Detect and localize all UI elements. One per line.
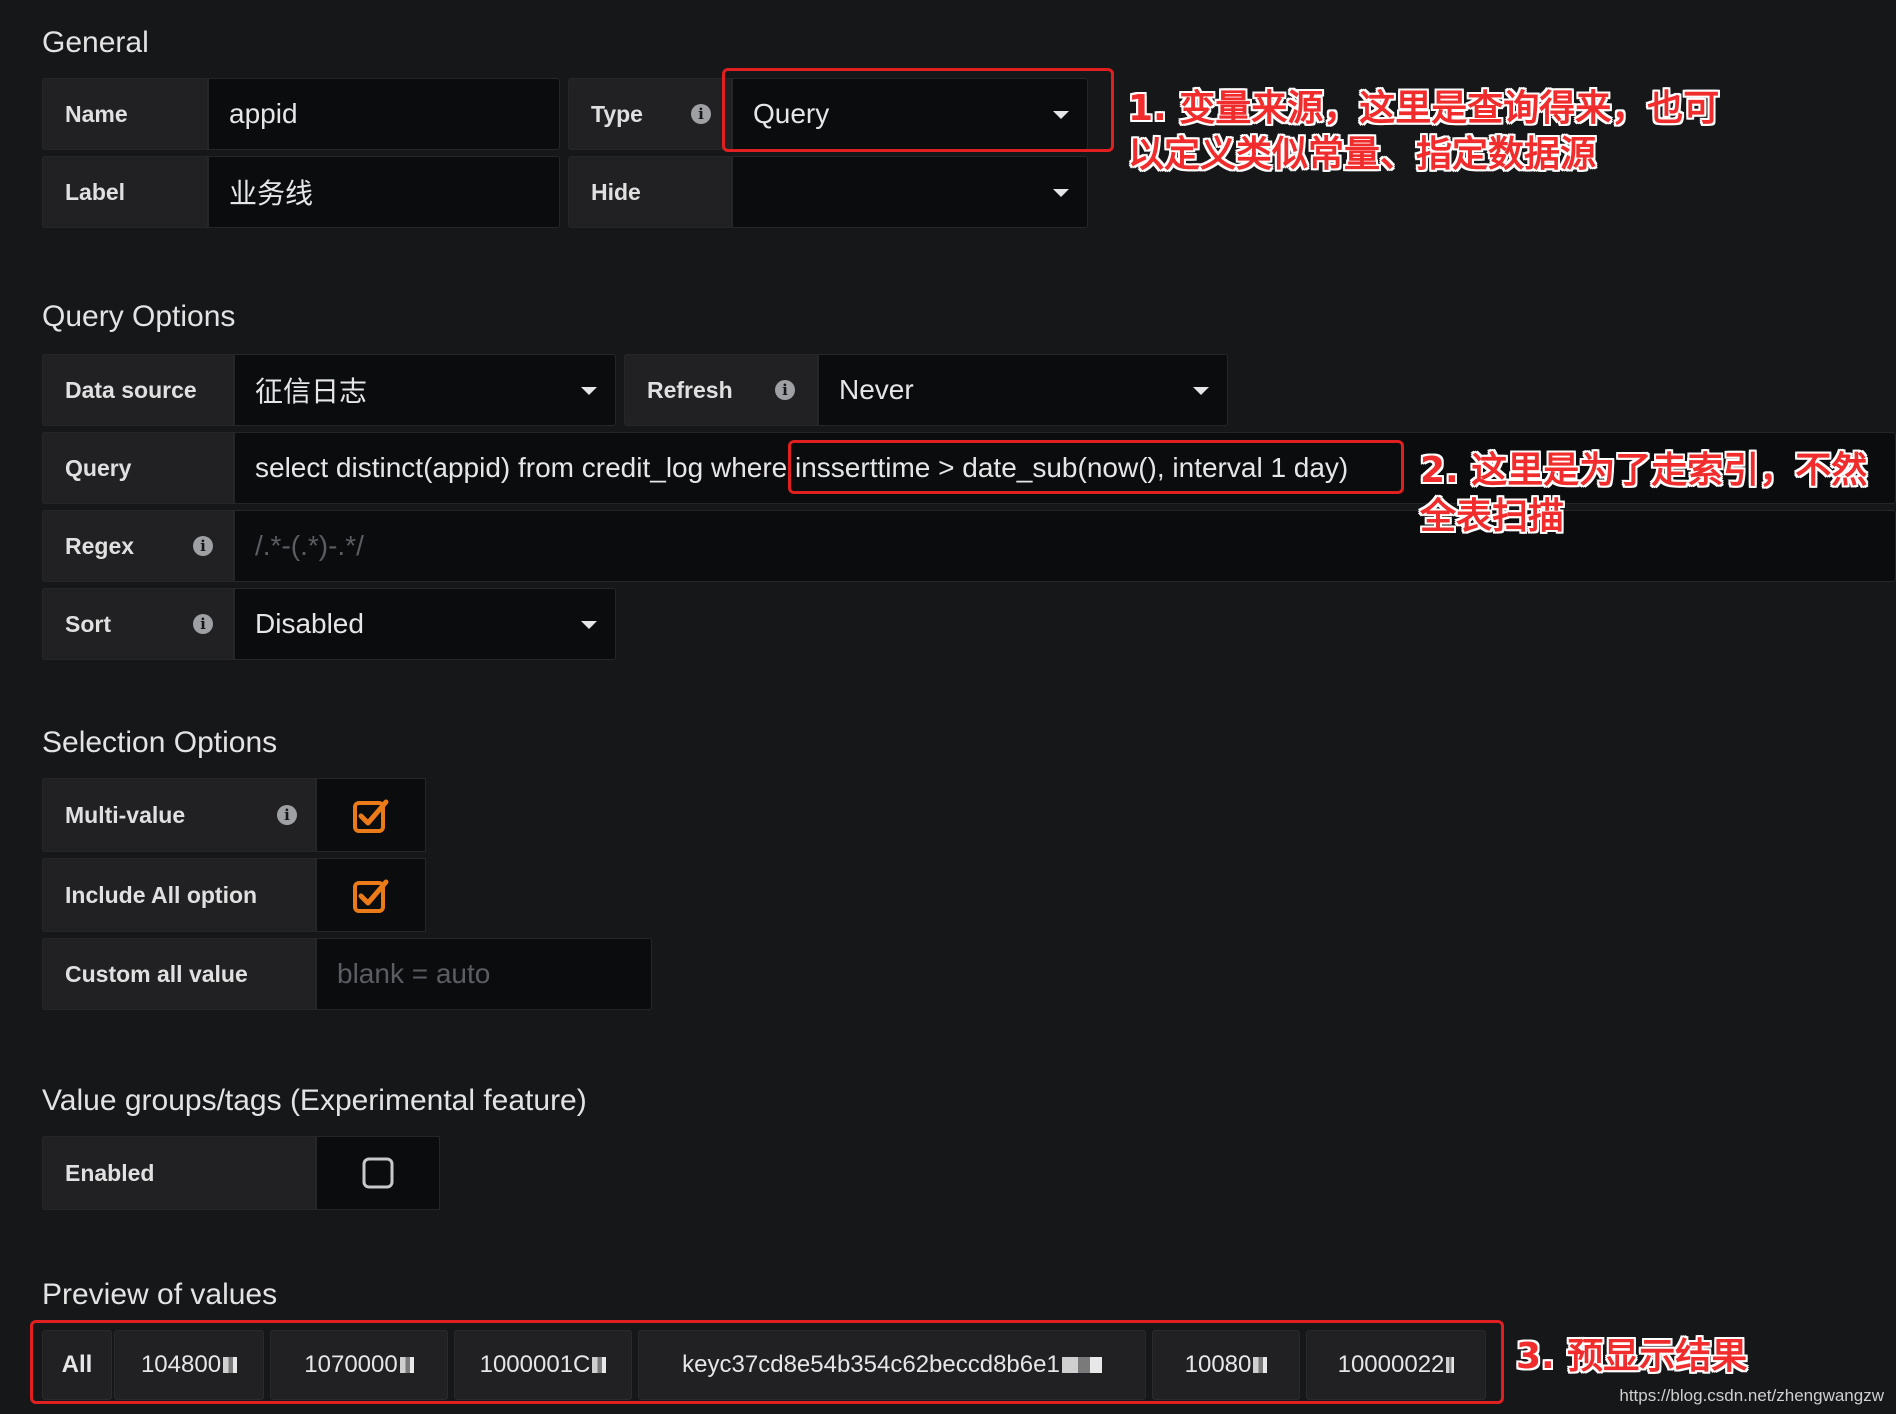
watermark: https://blog.csdn.net/zhengwangzw: [1619, 1386, 1884, 1405]
annotation-3: 3. 预显示结果: [1516, 1336, 1748, 1377]
chevron-down-icon: [581, 621, 597, 629]
enabled-checkbox[interactable]: [316, 1136, 440, 1210]
enabled-label: Enabled: [42, 1136, 316, 1210]
annotation-2-line1: 2. 这里是为了走索引，不然: [1420, 450, 1868, 491]
checkbox-checked-icon: [353, 799, 389, 833]
sort-select[interactable]: Disabled: [234, 588, 616, 660]
datasource-label: Data source: [42, 354, 234, 426]
regex-label: Regex i: [42, 510, 234, 582]
custom-all-label: Custom all value: [42, 938, 316, 1010]
annotation-box-preview: [30, 1320, 1504, 1404]
multi-value-label: Multi-value i: [42, 778, 316, 852]
refresh-label: Refresh i: [624, 354, 818, 426]
include-all-label: Include All option: [42, 858, 316, 932]
annotation-2-line2: 全表扫描: [1420, 496, 1565, 537]
type-label-text: Type: [591, 100, 643, 127]
multi-value-checkbox[interactable]: [316, 778, 426, 852]
multi-value-label-text: Multi-value: [65, 801, 186, 828]
info-icon[interactable]: i: [775, 380, 795, 400]
annotation-2: 2. 这里是为了走索引，不然 全表扫描: [1420, 448, 1867, 540]
label-input[interactable]: 业务线: [208, 156, 560, 228]
hide-label: Hide: [568, 156, 732, 228]
chevron-down-icon: [1193, 387, 1209, 395]
info-icon[interactable]: i: [193, 614, 213, 634]
name-input[interactable]: appid: [208, 78, 560, 150]
info-icon[interactable]: i: [277, 805, 297, 825]
custom-all-placeholder: blank = auto: [337, 958, 491, 989]
regex-placeholder: /.*-(.*)-.*/: [255, 530, 364, 561]
sort-label: Sort i: [42, 588, 234, 660]
regex-label-text: Regex: [65, 532, 135, 559]
section-title-general: General: [42, 26, 149, 59]
include-all-checkbox[interactable]: [316, 858, 426, 932]
annotation-1-line1: 1. 变量来源，这里是查询得来，也可: [1128, 88, 1720, 129]
section-title-preview: Preview of values: [42, 1278, 278, 1311]
refresh-label-text: Refresh: [647, 376, 733, 403]
annotation-1-line2: 以定义类似常量、指定数据源: [1128, 134, 1597, 175]
refresh-select-value: Never: [839, 374, 914, 405]
info-icon[interactable]: i: [691, 104, 711, 124]
label-label: Label: [42, 156, 208, 228]
query-label: Query: [42, 432, 234, 504]
refresh-select[interactable]: Never: [818, 354, 1228, 426]
annotation-box-type: [722, 68, 1114, 152]
info-icon[interactable]: i: [193, 536, 213, 556]
hide-select[interactable]: [732, 156, 1088, 228]
sort-label-text: Sort: [65, 610, 111, 637]
section-title-query-options: Query Options: [42, 300, 236, 333]
chevron-down-icon: [581, 387, 597, 395]
type-label: Type i: [568, 78, 732, 150]
chevron-down-icon: [1053, 189, 1069, 197]
datasource-select-value: 征信日志: [255, 376, 368, 407]
datasource-select[interactable]: 征信日志: [234, 354, 616, 426]
checkbox-checked-icon: [353, 879, 389, 913]
section-title-selection-options: Selection Options: [42, 726, 278, 759]
sort-select-value: Disabled: [255, 608, 364, 639]
checkbox-unchecked-icon: [362, 1157, 394, 1189]
section-title-value-groups: Value groups/tags (Experimental feature): [42, 1084, 587, 1117]
annotation-box-query: [788, 440, 1404, 494]
name-label: Name: [42, 78, 208, 150]
custom-all-input[interactable]: blank = auto: [316, 938, 652, 1010]
annotation-1: 1. 变量来源，这里是查询得来，也可 以定义类似常量、指定数据源: [1128, 86, 1719, 178]
